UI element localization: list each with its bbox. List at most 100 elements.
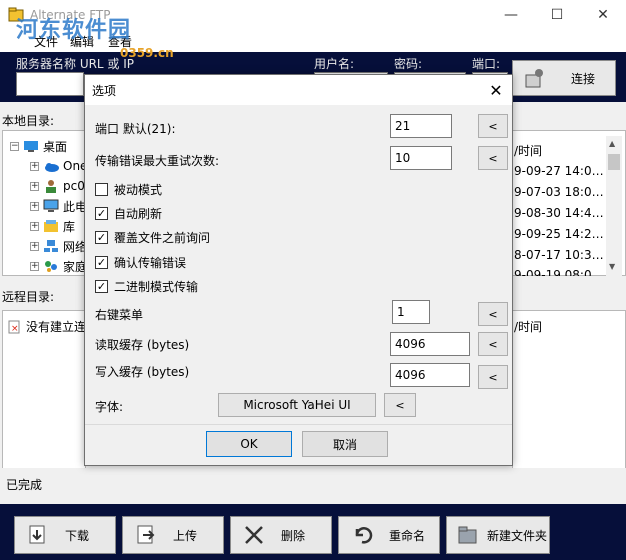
undo-icon bbox=[355, 527, 373, 544]
download-button[interactable]: 下载 bbox=[14, 516, 116, 554]
expand-icon[interactable]: + bbox=[30, 201, 39, 211]
read-buffer-input[interactable]: 4096 bbox=[390, 332, 470, 356]
checkbox-box[interactable]: ✓ bbox=[95, 255, 108, 269]
remote-directory-label: 远程目录: bbox=[2, 290, 55, 304]
remote-column-header-time[interactable]: /时间 bbox=[514, 318, 542, 335]
rename-button[interactable]: 重命名 bbox=[338, 516, 440, 554]
font-reset-button[interactable]: < bbox=[384, 393, 416, 417]
download-icon bbox=[29, 525, 45, 544]
ok-button[interactable]: OK bbox=[206, 431, 292, 457]
upload-label: 上传 bbox=[173, 528, 198, 543]
retry-reset-button[interactable]: < bbox=[478, 146, 508, 170]
computer-icon bbox=[43, 199, 59, 212]
scroll-down-icon[interactable]: ▼ bbox=[609, 262, 615, 271]
cancel-button[interactable]: 取消 bbox=[302, 431, 388, 457]
column-header-time[interactable]: /时间 bbox=[514, 142, 542, 159]
write-buffer-label: 写入缓存 (bytes) bbox=[95, 365, 190, 379]
collapse-icon[interactable]: − bbox=[10, 141, 19, 151]
new-folder-label: 新建文件夹 bbox=[487, 528, 548, 543]
tree-item-libraries[interactable]: + 库 bbox=[30, 216, 75, 236]
tree-item-this-pc[interactable]: + 此电 bbox=[30, 196, 87, 216]
watermark: 河东软件园 bbox=[16, 18, 132, 43]
tree-item-homegroup[interactable]: + 家庭 bbox=[30, 256, 87, 276]
font-label: 字体: bbox=[95, 400, 124, 414]
confirm-overwrite-checkbox[interactable]: ✓ 覆盖文件之前询问 bbox=[95, 228, 210, 246]
write-buffer-reset-button[interactable]: < bbox=[478, 365, 508, 389]
desktop-icon bbox=[24, 141, 38, 152]
dialog-close-button[interactable]: ✕ bbox=[480, 75, 512, 105]
connect-icon bbox=[525, 69, 543, 88]
status-text: 已完成 bbox=[6, 478, 43, 492]
retry-input[interactable]: 10 bbox=[390, 146, 452, 170]
svg-text:×: × bbox=[11, 324, 19, 334]
server-input[interactable] bbox=[16, 72, 84, 96]
checkbox-box[interactable]: ✓ bbox=[95, 206, 108, 220]
tree-item-label: pc0 bbox=[63, 179, 85, 193]
network-icon bbox=[44, 240, 58, 252]
maximize-button[interactable]: ☐ bbox=[534, 0, 580, 30]
expand-icon[interactable]: + bbox=[30, 241, 39, 251]
password-label: 密码: bbox=[394, 57, 423, 71]
checkbox-box[interactable]: ✓ bbox=[95, 279, 108, 293]
checkbox-label: 被动模式 bbox=[114, 182, 163, 197]
minimize-button[interactable]: — bbox=[488, 0, 534, 30]
cloud-icon bbox=[45, 163, 59, 172]
tree-item-label: 库 bbox=[63, 219, 76, 234]
error-file-icon: × bbox=[8, 320, 20, 334]
tree-item-network[interactable]: + 网络 bbox=[30, 236, 87, 256]
confirm-transfer-error-checkbox[interactable]: ✓ 确认传输错误 bbox=[95, 253, 186, 271]
read-buffer-label: 读取缓存 (bytes) bbox=[95, 338, 190, 352]
checkbox-label: 自动刷新 bbox=[114, 206, 163, 221]
checkbox-box[interactable] bbox=[95, 182, 108, 196]
tree-item-onedrive[interactable]: + One bbox=[30, 156, 87, 176]
tree-item-label: 桌面 bbox=[43, 139, 68, 154]
port-label: 端口: bbox=[472, 57, 501, 71]
expand-icon[interactable]: + bbox=[30, 261, 39, 271]
tree-item-user[interactable]: + pc0 bbox=[30, 176, 85, 196]
retry-label: 传输错误最大重试次数: bbox=[95, 154, 220, 168]
close-button[interactable]: ✕ bbox=[580, 0, 626, 30]
connect-label: 连接 bbox=[570, 71, 595, 86]
file-time: 9-09-25 14:2… bbox=[514, 227, 604, 241]
dialog-title-bar bbox=[85, 75, 512, 105]
status-bar bbox=[0, 468, 626, 504]
file-time: 9-09-27 14:0… bbox=[514, 164, 604, 178]
remote-status-item: × 没有建立连 bbox=[8, 318, 86, 335]
file-time: 8-07-17 10:3… bbox=[514, 248, 604, 262]
binary-mode-checkbox[interactable]: ✓ 二进制模式传输 bbox=[95, 277, 198, 295]
user-icon bbox=[46, 180, 56, 193]
download-label: 下载 bbox=[65, 528, 90, 543]
rename-label: 重命名 bbox=[389, 528, 426, 543]
local-scrollbar[interactable]: ▲ ▼ bbox=[606, 136, 622, 276]
scroll-up-icon[interactable]: ▲ bbox=[609, 139, 615, 148]
expand-icon[interactable]: + bbox=[30, 221, 39, 231]
context-menu-input[interactable]: 1 bbox=[392, 300, 430, 324]
new-folder-button[interactable]: 新建文件夹 bbox=[446, 516, 550, 554]
checkbox-label: 确认传输错误 bbox=[114, 255, 187, 270]
delete-label: 删除 bbox=[281, 528, 306, 543]
expand-icon[interactable]: + bbox=[30, 181, 39, 191]
upload-button[interactable]: 上传 bbox=[122, 516, 224, 554]
passive-mode-checkbox[interactable]: 被动模式 bbox=[95, 180, 162, 198]
checkbox-box[interactable]: ✓ bbox=[95, 230, 108, 244]
local-directory-label: 本地目录: bbox=[2, 114, 55, 128]
context-menu-reset-button[interactable]: < bbox=[478, 302, 508, 326]
delete-button[interactable]: 删除 bbox=[230, 516, 332, 554]
write-buffer-input[interactable]: 4096 bbox=[390, 363, 470, 387]
auto-refresh-checkbox[interactable]: ✓ 自动刷新 bbox=[95, 204, 162, 222]
expand-icon[interactable]: + bbox=[30, 161, 39, 171]
scroll-thumb[interactable] bbox=[608, 154, 620, 170]
homegroup-icon bbox=[45, 261, 57, 272]
read-buffer-reset-button[interactable]: < bbox=[478, 332, 508, 356]
checkbox-label: 覆盖文件之前询问 bbox=[114, 230, 211, 245]
checkbox-label: 二进制模式传输 bbox=[114, 279, 199, 294]
font-select-button[interactable]: Microsoft YaHei UI bbox=[218, 393, 376, 417]
file-time: 9-07-03 18:0… bbox=[514, 185, 604, 199]
file-time: 9-08-30 14:4… bbox=[514, 206, 604, 220]
connect-button[interactable]: 连接 bbox=[512, 60, 616, 96]
port-reset-button[interactable]: < bbox=[478, 114, 508, 138]
port-default-input[interactable]: 21 bbox=[390, 114, 452, 138]
tree-item-desktop[interactable]: − 桌面 bbox=[10, 136, 67, 156]
library-icon bbox=[44, 220, 58, 232]
port-default-label: 端口 默认(21): bbox=[95, 122, 176, 136]
